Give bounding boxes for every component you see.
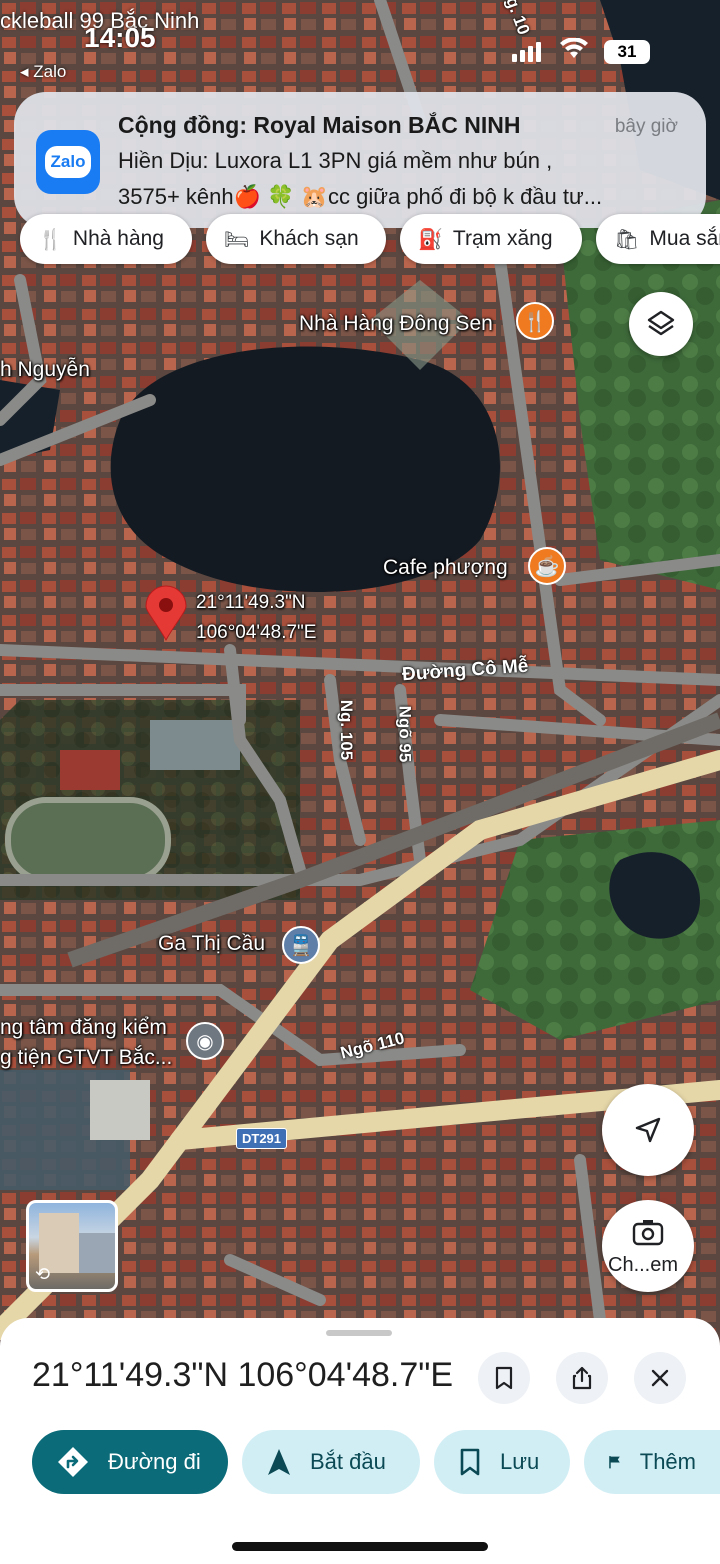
zalo-notification-banner[interactable]: Zalo Cộng đồng: Royal Maison BẮC NINH bâ… <box>14 92 706 228</box>
chip-hotels[interactable]: 🛏 Khách sạn <box>206 214 386 264</box>
chip-restaurants[interactable]: 🍴 Nhà hàng <box>20 214 192 264</box>
poi-label-ga-thi-cau[interactable]: Ga Thị Cầu <box>158 932 265 956</box>
notification-time: bây giờ <box>614 116 678 137</box>
my-location-button[interactable] <box>602 1084 694 1176</box>
pin-latitude-label: 21°11'49.3"N <box>196 592 306 613</box>
share-icon <box>572 1366 592 1390</box>
save-button[interactable]: Lưu <box>434 1430 570 1494</box>
directions-label: Đường đi <box>108 1449 201 1474</box>
navigation-arrow-icon <box>635 1117 661 1143</box>
zalo-app-icon: Zalo <box>36 130 100 194</box>
hotel-icon: 🛏 <box>224 228 250 251</box>
poi-label-nha-hang-dong-sen[interactable]: Nhà Hàng Đông Sen <box>299 312 493 336</box>
poi-label-dang-kiem-line1[interactable]: ng tâm đăng kiểm <box>0 1016 167 1040</box>
directions-button[interactable]: Đường đi <box>32 1430 228 1494</box>
start-label: Bắt đầu <box>310 1449 386 1474</box>
action-buttons-row: Đường đi Bắt đầu Lưu Thêm <box>0 1430 720 1494</box>
start-button[interactable]: Bắt đầu <box>242 1430 420 1494</box>
sheet-grabber[interactable] <box>326 1330 392 1336</box>
add-label-text: Thêm <box>639 1449 696 1474</box>
layers-icon <box>647 310 675 336</box>
status-bar: ckleball 99 Bắc Ninh 14:05 ◂ Zalo 31 <box>0 0 720 90</box>
road-label-ngo-95: Ngõ 95 <box>395 705 415 763</box>
cellular-signal-icon <box>512 42 541 62</box>
poi-label-cafe-phuong[interactable]: Cafe phượng <box>383 556 508 580</box>
save-bookmark-button[interactable] <box>478 1352 530 1404</box>
notification-body-line2: 3575+ kênh🍎 🍀 🐹cc giữa phố đi bộ k đầu t… <box>118 184 603 209</box>
bookmark-outline-icon <box>460 1448 480 1476</box>
shopping-icon: 🛍 <box>614 228 640 251</box>
home-indicator[interactable] <box>232 1542 488 1551</box>
street-label-nguyen: h Nguyễn <box>0 358 90 381</box>
map-layers-button[interactable] <box>629 292 693 356</box>
notification-body-line1: Hiền Dịu: Luxora L1 3PN giá mềm như bún … <box>118 148 553 173</box>
cafe-poi-icon[interactable]: ☕ <box>528 547 566 585</box>
bookmark-icon <box>495 1366 513 1390</box>
street-view-thumbnail[interactable]: ⟲ <box>26 1200 118 1292</box>
battery-indicator: 31 <box>604 40 650 64</box>
save-label: Lưu <box>500 1449 540 1474</box>
notification-title: Cộng đồng: Royal Maison BẮC NINH <box>118 112 521 138</box>
rotate-360-icon: ⟲ <box>35 1264 51 1284</box>
share-button[interactable] <box>556 1352 608 1404</box>
navigation-start-icon <box>268 1449 290 1475</box>
lens-search-label: Ch...em <box>608 1254 679 1276</box>
road-shield-dt291: DT291 <box>236 1128 288 1149</box>
poi-label-dang-kiem-line2[interactable]: g tiện GTVT Bắc... <box>0 1046 172 1070</box>
add-label-button[interactable]: Thêm <box>584 1430 720 1494</box>
restaurant-icon: 🍴 <box>38 228 63 251</box>
street-graphic <box>79 1233 115 1273</box>
directions-icon <box>58 1447 88 1477</box>
chip-shopping[interactable]: 🛍Mua sắm <box>596 214 720 264</box>
road-label-ng-105: Ng. 105 <box>337 699 357 761</box>
restaurant-poi-icon[interactable]: 🍴 <box>516 302 554 340</box>
place-marker-icon[interactable]: ◉ <box>186 1022 224 1060</box>
gas-station-icon: ⛽ <box>418 228 443 251</box>
place-bottom-sheet[interactable]: 21°11'49.3"N 106°04'48.7"E Đường đi Bắt … <box>0 1318 720 1564</box>
back-app-label: Zalo <box>33 62 67 81</box>
wifi-icon <box>560 38 588 58</box>
train-station-icon[interactable]: 🚆 <box>282 926 320 964</box>
lens-search-button[interactable]: Ch...em <box>602 1200 694 1292</box>
chip-gas-stations[interactable]: ⛽ Trạm xăng <box>400 214 582 264</box>
camera-search-icon <box>632 1220 664 1246</box>
back-to-app-link[interactable]: ◂ Zalo <box>20 62 66 82</box>
close-button[interactable] <box>634 1352 686 1404</box>
pin-longitude-label: 106°04'48.7"E <box>196 622 317 643</box>
place-title-coordinates: 21°11'49.3"N 106°04'48.7"E <box>32 1356 453 1394</box>
close-icon <box>651 1369 669 1387</box>
clock: 14:05 <box>84 22 156 53</box>
flag-icon <box>609 1456 620 1469</box>
